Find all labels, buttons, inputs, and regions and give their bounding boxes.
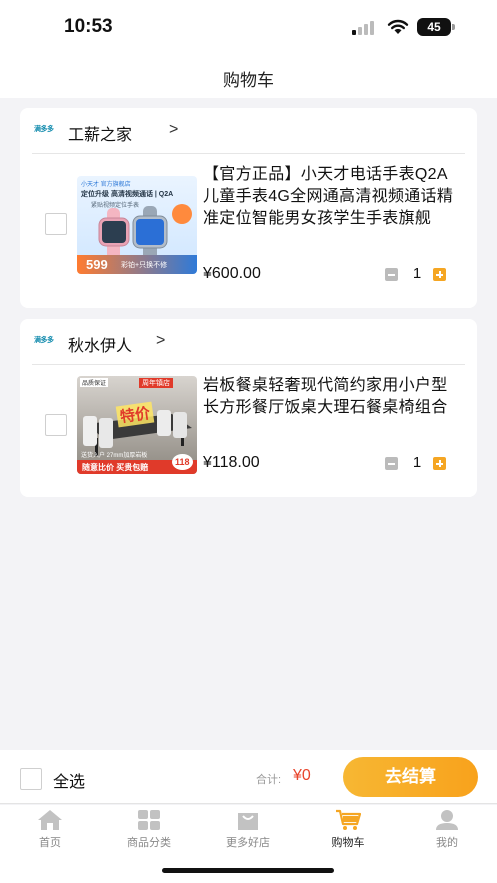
tab-more-shops[interactable]: 更多好店 [198,809,298,850]
product-image[interactable]: 品质保证 周年镇店 特价 送货入户 27mm加厚岩板 随意比价 买贵包赔 118 [77,376,197,474]
tab-cart[interactable]: 购物车 [298,809,398,850]
select-all-checkbox[interactable] [20,768,42,790]
product-title[interactable]: 岩板餐桌轻奢现代简约家用小户型长方形餐厅饭桌大理石餐桌椅组合 [203,375,463,419]
shop-header[interactable]: 满多多 秋水伊人 > [32,319,465,365]
page-title: 购物车 [223,71,274,90]
quantity-increase-button[interactable] [433,457,446,470]
shop-card: 满多多 工薪之家 > 小天才 官方旗舰店 定位升级 高清视频通话 | Q2A 紧… [20,108,477,308]
chevron-right-icon[interactable]: > [169,121,178,139]
shop-logo: 满多多 [34,126,54,133]
total-value: ¥0 [293,767,311,784]
product-price: ¥118.00 [203,454,260,471]
tab-profile[interactable]: 我的 [397,809,497,850]
cart-icon [336,809,361,830]
image-price: 599 [86,257,108,272]
nav-bar: 购物车 [0,56,497,98]
profile-icon [436,810,458,830]
product-image[interactable]: 小天才 官方旗舰店 定位升级 高清视频通话 | Q2A 紧贴视频定位手表 599… [77,176,197,274]
item-checkbox[interactable] [45,414,67,436]
home-icon [38,810,62,830]
shop-name[interactable]: 工薪之家 [68,121,132,145]
quantity-increase-button[interactable] [433,268,446,281]
home-indicator [162,868,334,873]
quantity-value[interactable]: 1 [410,454,424,471]
battery-icon: 45 [417,18,455,36]
total-label: 合计: [256,774,282,786]
status-bar: 10:53 45 [0,0,497,56]
chevron-right-icon[interactable]: > [156,332,165,350]
tab-label: 商品分类 [127,837,171,849]
status-time: 10:53 [64,16,113,37]
shop-logo: 满多多 [34,337,54,344]
quantity-decrease-button[interactable] [385,457,398,470]
quantity-decrease-button[interactable] [385,268,398,281]
shop-bag-icon [238,813,258,830]
battery-level: 45 [417,18,451,36]
tab-category[interactable]: 商品分类 [99,809,199,850]
image-price-tag: 599 彩铂+只换不修 [77,255,197,274]
shop-header[interactable]: 满多多 工薪之家 > [32,108,465,154]
shop-card: 满多多 秋水伊人 > 品质保证 周年镇店 特价 送货入户 27mm加厚岩板 随意… [20,319,477,497]
select-all-label[interactable]: 全选 [53,768,85,792]
product-title[interactable]: 【官方正品】小天才电话手表Q2A儿童手表4G全网通高清视频通话精准定位智能男女孩… [203,164,463,230]
tab-label: 更多好店 [226,837,270,849]
image-caption: 送货入户 27mm加厚岩板 [81,453,148,459]
tab-label: 首页 [39,837,61,849]
item-checkbox[interactable] [45,213,67,235]
image-promo: 彩铂+只换不修 [121,262,168,269]
tab-label: 购物车 [331,837,365,849]
image-promo: 随意比价 买贵包赔 [82,463,149,472]
signal-icon [352,21,374,35]
quantity-value[interactable]: 1 [410,265,424,282]
checkout-bar: 全选 合计: ¥0 去结算 [0,750,497,804]
tab-home[interactable]: 首页 [0,809,100,850]
checkout-button[interactable]: 去结算 [343,757,478,797]
image-price: 118 [172,454,193,470]
category-icon [138,810,160,830]
shop-name[interactable]: 秋水伊人 [68,332,132,356]
product-price: ¥600.00 [203,265,261,282]
wifi-icon [387,19,409,34]
image-promo-bar: 随意比价 买贵包赔 118 [77,454,197,474]
tab-label: 我的 [436,837,458,849]
